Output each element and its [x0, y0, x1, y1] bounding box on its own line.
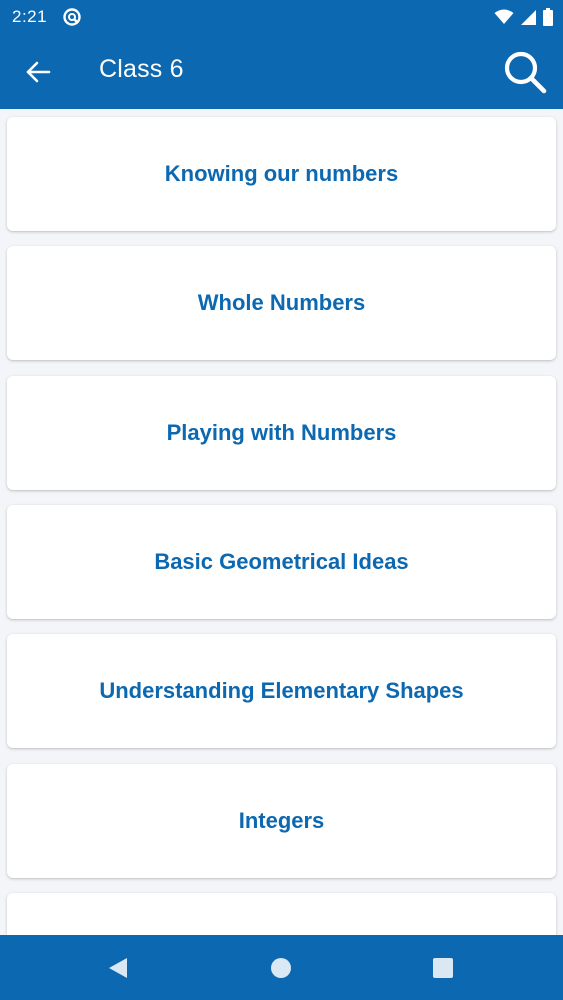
search-button[interactable] [501, 48, 549, 96]
screen: 2:21 Class 6 Knowing our numbers Whole N… [0, 0, 563, 1000]
signal-icon [521, 9, 536, 25]
chapter-label: Playing with Numbers [166, 420, 397, 445]
nav-back-icon [109, 958, 127, 978]
search-icon [504, 51, 547, 94]
chapter-card[interactable]: Whole Numbers [7, 246, 556, 360]
nav-back-button[interactable] [105, 955, 131, 981]
status-icons [494, 8, 553, 26]
nav-home-button[interactable] [268, 955, 294, 981]
app-bar: Class 6 [0, 34, 563, 109]
back-button[interactable] [20, 54, 56, 90]
chapter-card[interactable] [7, 893, 556, 935]
chapter-card[interactable]: Integers [7, 764, 556, 878]
system-nav-bar [0, 935, 563, 1000]
chapter-list: Knowing our numbers Whole Numbers Playin… [0, 109, 563, 935]
chapter-label: Basic Geometrical Ideas [154, 549, 409, 574]
chapter-label: Integers [238, 808, 325, 833]
status-time: 2:21 [12, 7, 48, 26]
chapter-label: Whole Numbers [197, 290, 366, 315]
chapter-card[interactable]: Playing with Numbers [7, 376, 556, 490]
battery-icon [543, 8, 553, 26]
chapter-label: Understanding Elementary Shapes [99, 678, 464, 703]
app-notification-icon [63, 8, 81, 26]
chapter-card[interactable]: Basic Geometrical Ideas [7, 505, 556, 619]
chapter-card[interactable]: Knowing our numbers [7, 117, 556, 231]
nav-recents-button[interactable] [430, 955, 456, 981]
page-title: Class 6 [99, 55, 184, 83]
nav-home-icon [271, 958, 291, 978]
wifi-icon [494, 9, 514, 24]
chapter-label: Knowing our numbers [164, 161, 399, 186]
nav-recents-icon [433, 958, 453, 978]
arrow-left-icon [26, 61, 51, 83]
chapter-card[interactable]: Understanding Elementary Shapes [7, 634, 556, 748]
status-bar: 2:21 [0, 0, 563, 34]
